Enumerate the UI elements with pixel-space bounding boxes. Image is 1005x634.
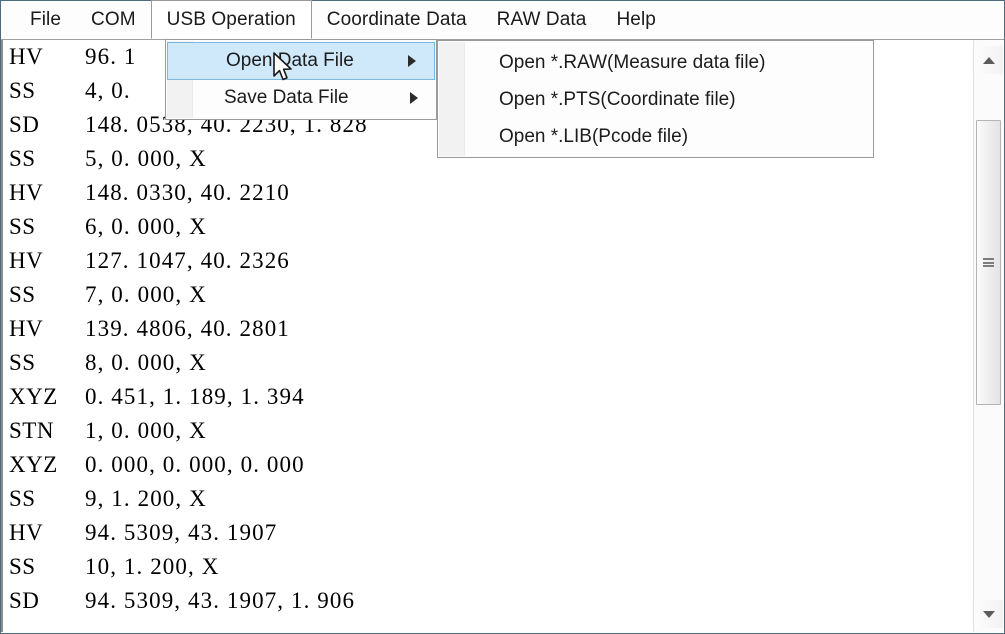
row-value: 5, 0. 000, X bbox=[85, 146, 207, 171]
table-row[interactable]: SS 9, 1. 200, X bbox=[3, 482, 971, 516]
table-row[interactable]: HV 139. 4806, 40. 2801 bbox=[3, 312, 971, 346]
table-row[interactable]: HV 94. 5309, 43. 1907 bbox=[3, 516, 971, 550]
submenu-item-label: Open *.PTS(Coordinate file) bbox=[499, 88, 736, 110]
menubar-item-com[interactable]: COM bbox=[76, 1, 151, 39]
row-value: 8, 0. 000, X bbox=[85, 350, 207, 375]
menu-item-label: Save Data File bbox=[224, 87, 349, 108]
submenu-item-open-raw[interactable]: Open *.RAW(Measure data file) bbox=[438, 44, 873, 81]
usb-operation-dropdown: Open Data File Save Data File bbox=[165, 39, 437, 120]
menubar-item-label: File bbox=[30, 9, 62, 30]
row-tag: XYZ bbox=[9, 452, 58, 477]
scroll-down-button[interactable] bbox=[974, 600, 1003, 628]
menu-item-label: Open Data File bbox=[226, 50, 354, 71]
submenu-item-label: Open *.LIB(Pcode file) bbox=[499, 125, 689, 147]
submenu-item-open-lib[interactable]: Open *.LIB(Pcode file) bbox=[438, 118, 873, 155]
row-value: 10, 1. 200, X bbox=[85, 554, 220, 579]
row-value: 6, 0. 000, X bbox=[85, 214, 207, 239]
row-value: 94. 5309, 43. 1907, 1. 906 bbox=[85, 588, 356, 613]
triangle-up-icon bbox=[982, 56, 995, 64]
chevron-right-icon bbox=[410, 92, 418, 104]
row-value: 139. 4806, 40. 2801 bbox=[85, 316, 290, 341]
row-tag: HV bbox=[9, 180, 44, 205]
table-row[interactable]: SS 6, 0. 000, X bbox=[3, 210, 971, 244]
row-value: 94. 5309, 43. 1907 bbox=[85, 520, 278, 545]
vertical-scrollbar[interactable] bbox=[973, 40, 1003, 632]
menubar-item-raw-data[interactable]: RAW Data bbox=[482, 1, 602, 39]
row-tag: XYZ bbox=[9, 384, 58, 409]
row-tag: HV bbox=[9, 520, 44, 545]
menubar-item-label: Help bbox=[616, 9, 656, 30]
application-window: File COM USB Operation Coordinate Data R… bbox=[0, 0, 1005, 634]
submenu-item-label: Open *.RAW(Measure data file) bbox=[499, 51, 766, 73]
table-row[interactable]: SS 10, 1. 200, X bbox=[3, 550, 971, 584]
menubar-item-usb-operation[interactable]: USB Operation bbox=[150, 0, 312, 39]
row-value: 7, 0. 000, X bbox=[85, 282, 207, 307]
row-value: 4, 0. bbox=[85, 78, 131, 103]
table-row[interactable]: SS 8, 0. 000, X bbox=[3, 346, 971, 380]
table-row[interactable]: STN 1, 0. 000, X bbox=[3, 414, 971, 448]
row-value: 96. 1 bbox=[85, 44, 137, 69]
grip-lines-icon bbox=[983, 258, 994, 267]
row-value: 9, 1. 200, X bbox=[85, 486, 207, 511]
menu-bar: File COM USB Operation Coordinate Data R… bbox=[1, 0, 1004, 39]
row-tag: SS bbox=[9, 78, 36, 103]
row-tag: HV bbox=[9, 316, 44, 341]
menu-item-open-data-file[interactable]: Open Data File bbox=[167, 42, 435, 80]
triangle-down-icon bbox=[982, 610, 995, 618]
table-row[interactable]: HV 148. 0330, 40. 2210 bbox=[3, 176, 971, 210]
row-tag: SS bbox=[9, 282, 36, 307]
row-tag: SS bbox=[9, 350, 36, 375]
chevron-right-icon bbox=[408, 55, 416, 67]
table-row[interactable]: XYZ 0. 000, 0. 000, 0. 000 bbox=[3, 448, 971, 482]
row-tag: SS bbox=[9, 486, 36, 511]
open-data-file-submenu: Open *.RAW(Measure data file) Open *.PTS… bbox=[437, 40, 874, 158]
menubar-item-coordinate-data[interactable]: Coordinate Data bbox=[312, 1, 482, 39]
menu-item-save-data-file[interactable]: Save Data File bbox=[166, 80, 436, 116]
row-value: 0. 451, 1. 189, 1. 394 bbox=[85, 384, 305, 409]
menubar-item-label: Coordinate Data bbox=[326, 9, 467, 30]
table-row[interactable]: XYZ 0. 451, 1. 189, 1. 394 bbox=[3, 380, 971, 414]
menubar-item-label: COM bbox=[91, 9, 136, 30]
table-row[interactable]: SD 94. 5309, 43. 1907, 1. 906 bbox=[3, 584, 971, 618]
menubar-item-file[interactable]: File bbox=[15, 1, 76, 39]
row-value: 148. 0330, 40. 2210 bbox=[85, 180, 290, 205]
row-tag: STN bbox=[9, 418, 54, 443]
row-tag: SS bbox=[9, 554, 36, 579]
row-tag: SD bbox=[9, 112, 40, 137]
scroll-thumb[interactable] bbox=[976, 120, 1001, 405]
submenu-item-open-pts[interactable]: Open *.PTS(Coordinate file) bbox=[438, 81, 873, 118]
menubar-item-label: RAW Data bbox=[496, 9, 587, 30]
row-tag: SD bbox=[9, 588, 40, 613]
row-tag: HV bbox=[9, 248, 44, 273]
row-value: 0. 000, 0. 000, 0. 000 bbox=[85, 452, 305, 477]
table-row[interactable]: HV 127. 1047, 40. 2326 bbox=[3, 244, 971, 278]
table-row[interactable]: SS 7, 0. 000, X bbox=[3, 278, 971, 312]
scroll-up-button[interactable] bbox=[974, 46, 1003, 74]
menubar-item-help[interactable]: Help bbox=[601, 1, 670, 39]
row-tag: HV bbox=[9, 44, 44, 69]
row-value: 127. 1047, 40. 2326 bbox=[85, 248, 290, 273]
row-tag: SS bbox=[9, 214, 36, 239]
row-tag: SS bbox=[9, 146, 36, 171]
row-value: 1, 0. 000, X bbox=[85, 418, 207, 443]
menubar-item-label: USB Operation bbox=[166, 8, 296, 30]
